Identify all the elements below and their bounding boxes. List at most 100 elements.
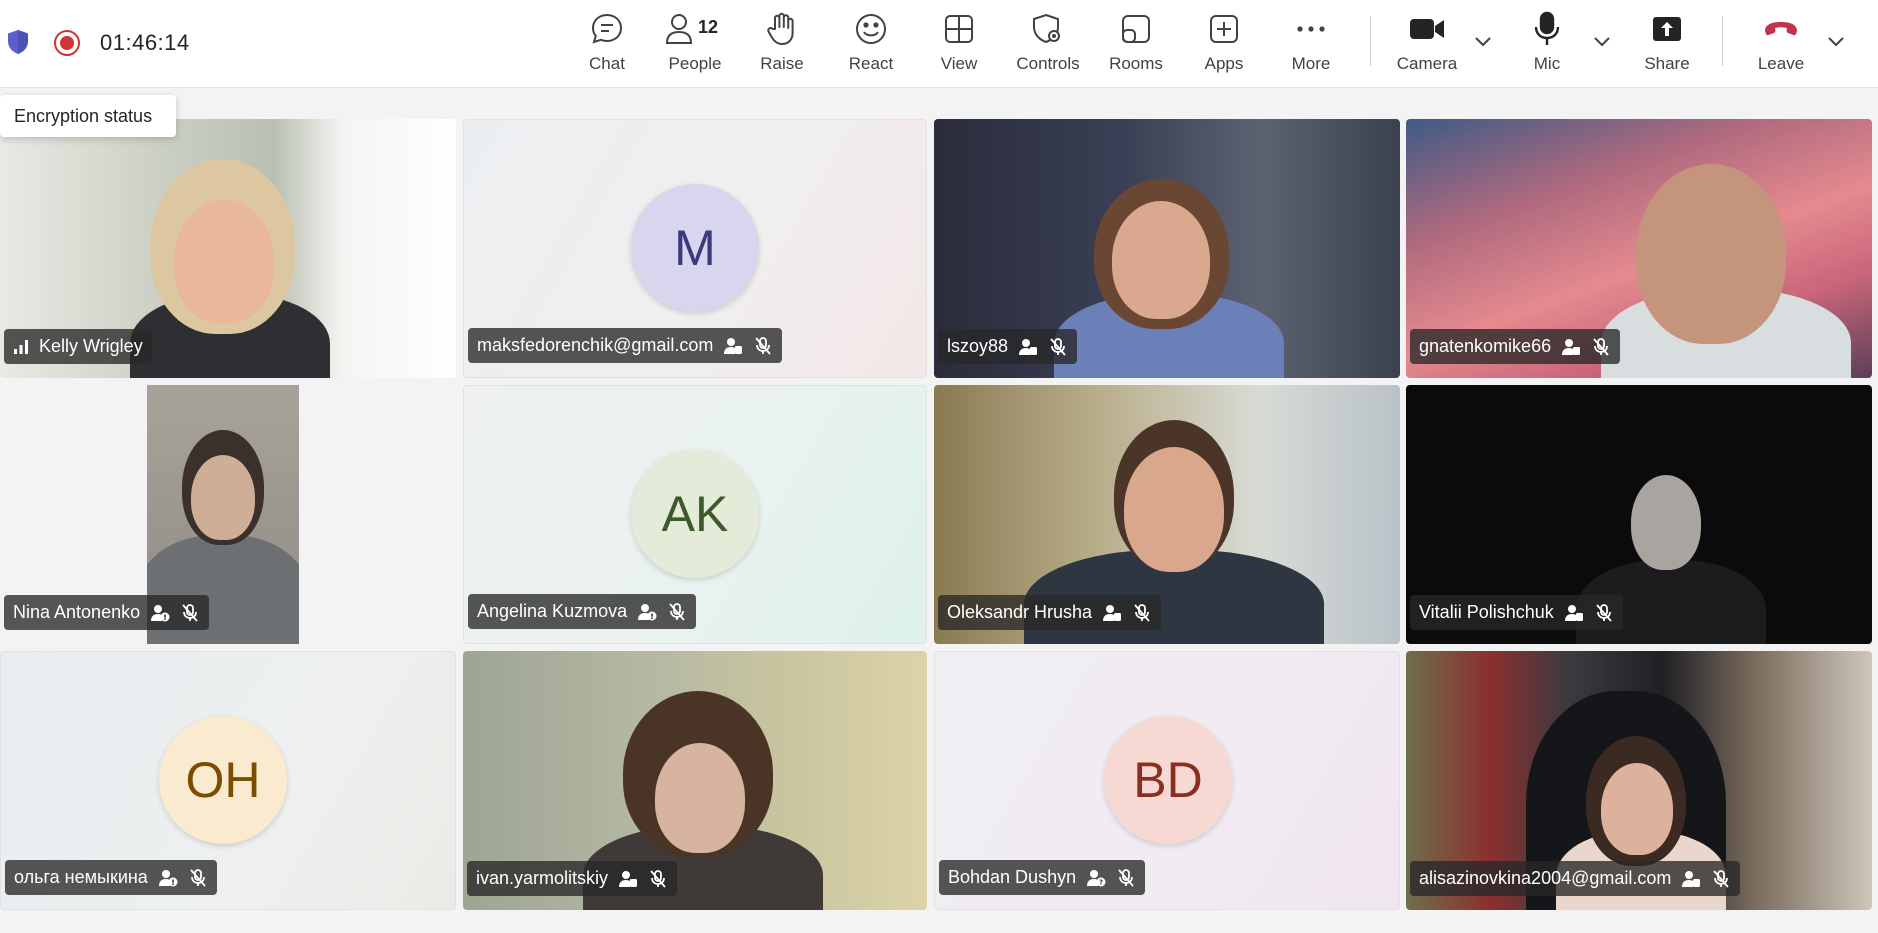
participant-nametag: ольга немыкина bbox=[5, 860, 217, 895]
leave-label: Leave bbox=[1757, 54, 1805, 73]
external-user-icon bbox=[1018, 338, 1038, 356]
camera-options-chevron-down-icon[interactable] bbox=[1472, 30, 1494, 52]
leave-button[interactable]: Leave bbox=[1756, 0, 1806, 88]
participant-nametag: Bohdan Dushyn ? bbox=[939, 860, 1146, 895]
controls-label: Controls bbox=[1016, 54, 1080, 73]
chat-label: Chat bbox=[589, 54, 625, 73]
mic-off-icon bbox=[1591, 337, 1611, 357]
participant-name: ivan.yarmolitskiy bbox=[476, 868, 609, 888]
meeting-toolbar: 01:46:14 Chat 12 People Raise React View bbox=[0, 0, 1878, 88]
participant-nametag: Angelina Kuzmova bbox=[468, 594, 697, 629]
participant-tile[interactable]: OH ольга немыкина bbox=[0, 651, 456, 910]
mic-off-icon bbox=[1132, 603, 1152, 623]
participant-avatar: AK bbox=[631, 450, 759, 578]
more-label: More bbox=[1291, 54, 1331, 73]
unverified-user-icon bbox=[158, 869, 178, 887]
share-label: Share bbox=[1644, 54, 1690, 73]
external-user-icon bbox=[1681, 870, 1701, 888]
participant-nametag: ivan.yarmolitskiy bbox=[467, 861, 678, 896]
share-screen-icon bbox=[1651, 11, 1683, 47]
mic-off-icon bbox=[1048, 337, 1068, 357]
shield-icon[interactable] bbox=[7, 29, 29, 55]
participant-name: Angelina Kuzmova bbox=[477, 601, 628, 621]
chat-button[interactable]: Chat bbox=[583, 0, 631, 88]
external-user-icon bbox=[723, 337, 743, 355]
react-button[interactable]: React bbox=[846, 0, 896, 88]
participant-tile[interactable]: Nina Antonenko bbox=[0, 385, 456, 644]
mic-off-icon bbox=[667, 602, 687, 622]
external-user-icon bbox=[1561, 338, 1581, 356]
apps-button[interactable]: Apps bbox=[1200, 0, 1248, 88]
participant-nametag: alisazinovkina2004@gmail.com bbox=[1410, 861, 1741, 896]
smiley-icon bbox=[854, 11, 888, 47]
leave-options-chevron-down-icon[interactable] bbox=[1825, 30, 1847, 52]
participant-avatar: M bbox=[631, 184, 759, 312]
participant-nametag: Oleksandr Hrusha bbox=[938, 595, 1162, 630]
participant-name: Vitalii Polishchuk bbox=[1419, 602, 1554, 622]
microphone-icon bbox=[1532, 11, 1562, 47]
participant-tile[interactable]: alisazinovkina2004@gmail.com bbox=[1406, 651, 1872, 910]
camera-label: Camera bbox=[1396, 54, 1458, 73]
participant-tile[interactable]: Oleksandr Hrusha bbox=[934, 385, 1400, 644]
view-label: View bbox=[940, 54, 978, 73]
participant-avatar: OH bbox=[159, 716, 287, 844]
people-label: People bbox=[668, 54, 722, 73]
hang-up-icon bbox=[1763, 11, 1799, 47]
participant-name: Bohdan Dushyn bbox=[948, 867, 1077, 887]
external-user-icon bbox=[1564, 604, 1584, 622]
camera-button[interactable]: Camera bbox=[1395, 0, 1459, 88]
participant-name: alisazinovkina2004@gmail.com bbox=[1419, 868, 1672, 888]
share-button[interactable]: Share bbox=[1642, 0, 1692, 88]
person-icon bbox=[665, 14, 693, 44]
unverified-user-icon bbox=[637, 603, 657, 621]
mic-off-icon bbox=[753, 336, 773, 356]
grid-view-icon bbox=[943, 11, 975, 47]
participant-nametag: Kelly Wrigley bbox=[4, 329, 152, 364]
participant-tile[interactable]: lszoy88 bbox=[934, 119, 1400, 378]
participant-nametag: Nina Antonenko bbox=[4, 595, 210, 630]
encryption-status-tooltip: Encryption status bbox=[0, 95, 176, 137]
chat-icon bbox=[590, 11, 624, 47]
participant-nametag: lszoy88 bbox=[938, 329, 1078, 364]
mic-off-icon bbox=[648, 869, 668, 889]
participant-nametag: gnatenkomike66 bbox=[1410, 329, 1621, 364]
mic-options-chevron-down-icon[interactable] bbox=[1591, 30, 1613, 52]
participant-tile[interactable]: Vitalii Polishchuk bbox=[1406, 385, 1872, 644]
mic-off-icon bbox=[188, 868, 208, 888]
toolbar-divider bbox=[1370, 16, 1371, 66]
external-user-icon bbox=[618, 870, 638, 888]
participant-tile[interactable]: BD Bohdan Dushyn ? bbox=[934, 651, 1400, 910]
raise-hand-button[interactable]: Raise bbox=[757, 0, 807, 88]
participant-tile[interactable]: Kelly Wrigley bbox=[0, 119, 456, 378]
people-icon-wrap: 12 bbox=[664, 11, 726, 47]
more-dots-icon bbox=[1295, 11, 1327, 47]
participant-name: Oleksandr Hrusha bbox=[947, 602, 1093, 622]
participant-tile[interactable]: gnatenkomike66 bbox=[1406, 119, 1872, 378]
participant-avatar: BD bbox=[1104, 716, 1232, 844]
breakout-rooms-icon bbox=[1120, 11, 1152, 47]
signal-icon bbox=[13, 339, 29, 355]
people-button[interactable]: 12 People bbox=[664, 0, 726, 88]
view-button[interactable]: View bbox=[935, 0, 983, 88]
rooms-button[interactable]: Rooms bbox=[1108, 0, 1164, 88]
mic-off-icon bbox=[1116, 868, 1136, 888]
participant-name: maksfedorenchik@gmail.com bbox=[477, 335, 714, 355]
camera-icon bbox=[1409, 11, 1445, 47]
participant-nametag: maksfedorenchik@gmail.com bbox=[468, 328, 783, 363]
controls-button[interactable]: Controls bbox=[1013, 0, 1083, 88]
mic-off-icon bbox=[1711, 869, 1731, 889]
participant-tile[interactable]: AK Angelina Kuzmova bbox=[463, 385, 927, 644]
rooms-label: Rooms bbox=[1109, 54, 1163, 73]
unverified-user-icon bbox=[150, 604, 170, 622]
meeting-timer: 01:46:14 bbox=[100, 30, 190, 55]
participant-nametag: Vitalii Polishchuk bbox=[1410, 595, 1623, 630]
more-button[interactable]: More bbox=[1287, 0, 1335, 88]
mic-label: Mic bbox=[1533, 54, 1561, 73]
react-label: React bbox=[848, 54, 894, 73]
participant-name: gnatenkomike66 bbox=[1419, 336, 1552, 356]
participant-tile[interactable]: M maksfedorenchik@gmail.com bbox=[463, 119, 927, 378]
participant-tile[interactable]: ivan.yarmolitskiy bbox=[463, 651, 927, 910]
apps-label: Apps bbox=[1204, 54, 1244, 73]
raise-label: Raise bbox=[760, 54, 804, 73]
mic-button[interactable]: Mic bbox=[1530, 0, 1564, 88]
